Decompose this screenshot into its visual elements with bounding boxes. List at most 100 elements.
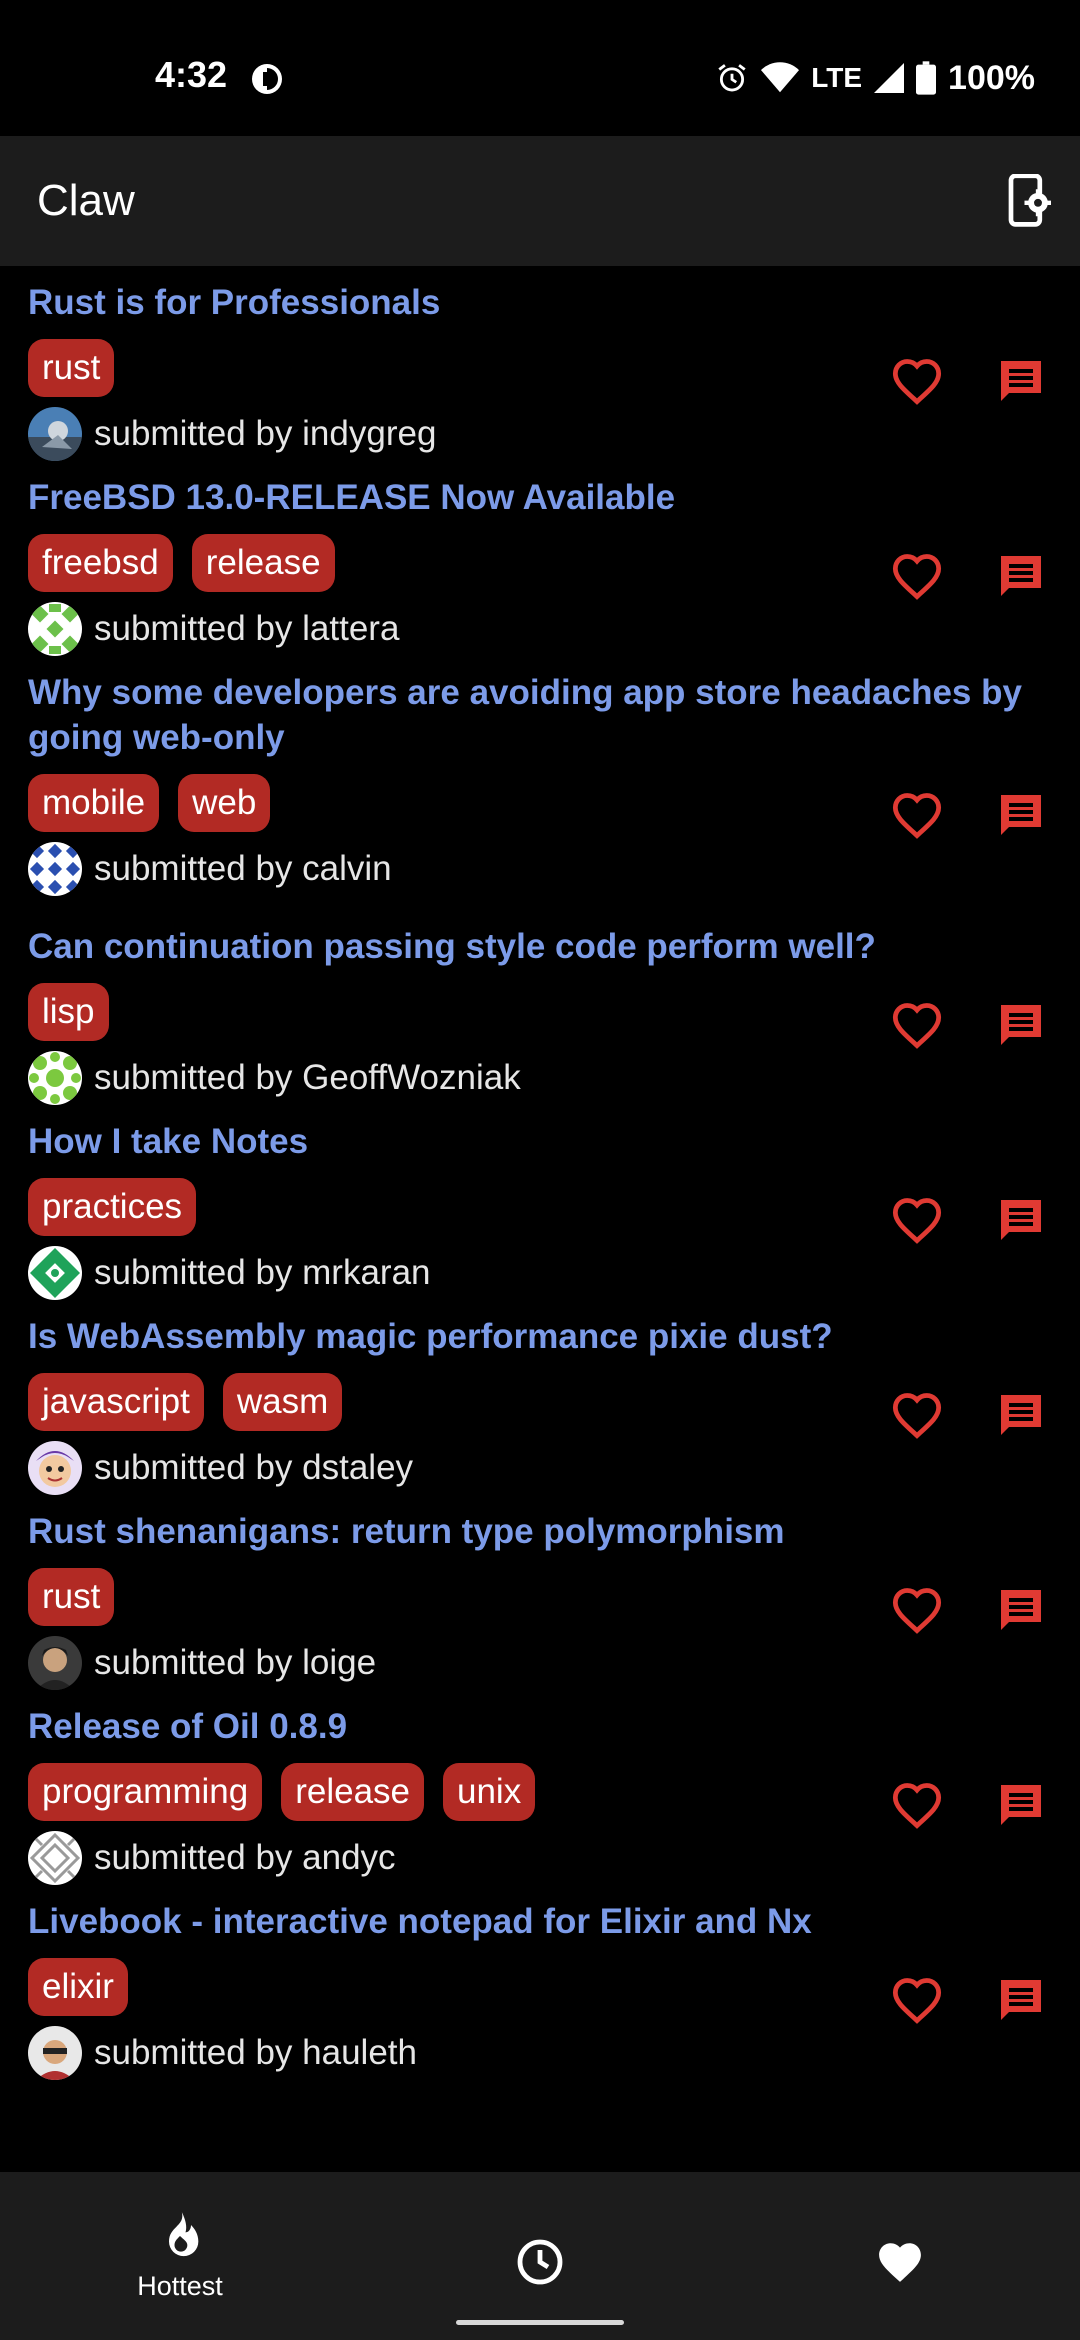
story-title[interactable]: Why some developers are avoiding app sto… <box>28 670 1038 760</box>
tag-chip[interactable]: elixir <box>28 1958 128 2016</box>
story-byline: submitted by calvin <box>28 842 1052 896</box>
story-actions <box>886 1969 1052 2031</box>
story-title[interactable]: Can continuation passing style code perf… <box>28 924 1038 969</box>
comment-icon <box>1001 1785 1041 1825</box>
submitter-text: submitted by mrkaran <box>94 1253 431 1292</box>
nav-saved[interactable] <box>720 2172 1080 2340</box>
tag-chip[interactable]: programming <box>28 1763 263 1821</box>
comment-icon <box>1001 556 1041 596</box>
heart-outline-icon <box>892 1783 942 1829</box>
avatar <box>28 602 82 656</box>
submitter-text: submitted by lattera <box>94 609 400 648</box>
like-button[interactable] <box>886 994 948 1056</box>
tag-chip[interactable]: unix <box>443 1763 536 1821</box>
heart-outline-icon <box>892 554 942 600</box>
comment-icon <box>1001 1395 1041 1435</box>
submitter-text: submitted by calvin <box>94 849 392 888</box>
tag-chip[interactable]: practices <box>28 1178 197 1236</box>
comments-button[interactable] <box>990 1969 1052 2031</box>
like-button[interactable] <box>886 1774 948 1836</box>
story-title[interactable]: Rust shenanigans: return type polymorphi… <box>28 1509 1038 1554</box>
nav-hottest[interactable]: Hottest <box>0 2172 360 2340</box>
tag-chip[interactable]: web <box>178 774 271 832</box>
like-button[interactable] <box>886 1579 948 1641</box>
tag-chip[interactable]: mobile <box>28 774 160 832</box>
like-button[interactable] <box>886 784 948 846</box>
comments-button[interactable] <box>990 994 1052 1056</box>
story-title[interactable]: How I take Notes <box>28 1119 1038 1164</box>
like-button[interactable] <box>886 1384 948 1446</box>
story-title[interactable]: Is WebAssembly magic performance pixie d… <box>28 1314 1038 1359</box>
tag-chip[interactable]: release <box>281 1763 424 1821</box>
battery-icon <box>916 61 937 95</box>
tag-chip[interactable]: wasm <box>222 1373 343 1431</box>
signal-icon <box>874 63 905 93</box>
like-button[interactable] <box>886 1969 948 2031</box>
story-title[interactable]: FreeBSD 13.0-RELEASE Now Available <box>28 475 1038 520</box>
story-item[interactable]: Release of Oil 0.8.9 programming release… <box>0 1690 1080 1885</box>
story-item[interactable]: FreeBSD 13.0-RELEASE Now Available freeb… <box>0 461 1080 656</box>
status-icons: LTE 100% <box>715 56 1035 100</box>
tag-chip[interactable]: javascript <box>28 1373 204 1431</box>
story-actions <box>886 994 1052 1056</box>
story-title[interactable]: Release of Oil 0.8.9 <box>28 1704 1038 1749</box>
story-item[interactable]: Why some developers are avoiding app sto… <box>0 656 1080 910</box>
comments-button[interactable] <box>990 1774 1052 1836</box>
tag-chip[interactable]: rust <box>28 339 115 397</box>
story-item[interactable]: Rust shenanigans: return type polymorphi… <box>0 1495 1080 1690</box>
story-item[interactable]: Is WebAssembly magic performance pixie d… <box>0 1300 1080 1495</box>
story-byline: submitted by hauleth <box>28 2026 1052 2080</box>
story-item[interactable]: Can continuation passing style code perf… <box>0 910 1080 1105</box>
comment-icon <box>1001 1005 1041 1045</box>
comment-icon <box>1001 1980 1041 2020</box>
like-button[interactable] <box>886 545 948 607</box>
story-title[interactable]: Livebook - interactive notepad for Elixi… <box>28 1899 1038 1944</box>
app-notification-icon <box>250 62 284 96</box>
comment-icon <box>1001 795 1041 835</box>
heart-outline-icon <box>892 1393 942 1439</box>
avatar <box>28 407 82 461</box>
alarm-icon <box>715 61 749 95</box>
comments-button[interactable] <box>990 1579 1052 1641</box>
comments-button[interactable] <box>990 784 1052 846</box>
home-indicator[interactable] <box>456 2320 624 2325</box>
comments-button[interactable] <box>990 350 1052 412</box>
like-button[interactable] <box>886 350 948 412</box>
story-actions <box>886 545 1052 607</box>
tag-chip[interactable]: rust <box>28 1568 115 1626</box>
network-type: LTE <box>811 62 863 93</box>
story-actions <box>886 350 1052 412</box>
story-item[interactable]: Livebook - interactive notepad for Elixi… <box>0 1885 1080 2080</box>
comment-icon <box>1001 1590 1041 1630</box>
submitter-text: submitted by hauleth <box>94 2033 417 2072</box>
comment-icon <box>1001 361 1041 401</box>
app-title: Claw <box>37 176 135 225</box>
nav-newest[interactable] <box>360 2172 720 2340</box>
heart-outline-icon <box>892 793 942 839</box>
app-settings-button[interactable] <box>998 170 1060 232</box>
comments-button[interactable] <box>990 1189 1052 1251</box>
story-byline: submitted by indygreg <box>28 407 1052 461</box>
avatar <box>28 1831 82 1885</box>
tag-chip[interactable]: freebsd <box>28 534 173 592</box>
story-item[interactable]: How I take Notes practices submitted by … <box>0 1105 1080 1300</box>
heart-outline-icon <box>892 1978 942 2024</box>
heart-outline-icon <box>892 1198 942 1244</box>
submitter-text: submitted by andyc <box>94 1838 396 1877</box>
comments-button[interactable] <box>990 1384 1052 1446</box>
submitter-text: submitted by loige <box>94 1643 377 1682</box>
tag-chip[interactable]: release <box>191 534 335 592</box>
like-button[interactable] <box>886 1189 948 1251</box>
story-byline: submitted by lattera <box>28 602 1052 656</box>
status-time: 4:32 <box>155 54 228 95</box>
story-item[interactable]: Rust is for Professionals rust submitted… <box>0 266 1080 461</box>
story-actions <box>886 784 1052 846</box>
comments-button[interactable] <box>990 545 1052 607</box>
tag-chip[interactable]: lisp <box>28 983 109 1041</box>
story-title[interactable]: Rust is for Professionals <box>28 280 1038 325</box>
story-byline: submitted by dstaley <box>28 1441 1052 1495</box>
app-bar: Claw <box>0 136 1080 266</box>
status-bar: 4:32 LTE 100% <box>0 0 1080 136</box>
story-actions <box>886 1384 1052 1446</box>
story-list[interactable]: Rust is for Professionals rust submitted… <box>0 266 1080 2172</box>
